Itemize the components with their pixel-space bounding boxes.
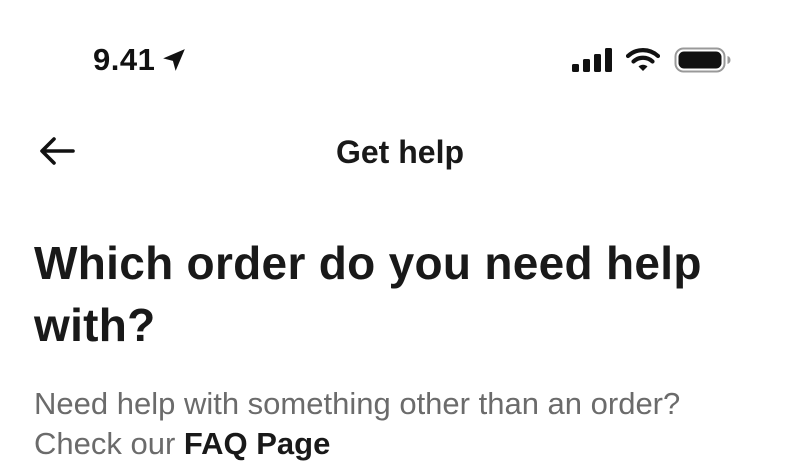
status-icons (572, 44, 732, 76)
location-arrow-icon (161, 47, 187, 73)
nav-bar: Get help (0, 120, 800, 190)
battery-icon (674, 46, 732, 74)
help-subtext: Need help with something other than an o… (34, 384, 774, 464)
wifi-icon (626, 47, 660, 73)
faq-prefix: Check our (34, 426, 184, 461)
faq-page-link[interactable]: FAQ Page (184, 426, 330, 461)
status-time: 9.41 (93, 42, 156, 77)
status-bar: 9.41 (0, 0, 800, 110)
cellular-signal-icon (572, 48, 614, 72)
help-heading: Which order do you need help with? (34, 237, 702, 351)
status-time-group: 9.41 (93, 40, 187, 80)
page-title: Get help (335, 134, 464, 170)
help-subtext-line: Need help with something other than an o… (34, 386, 681, 421)
